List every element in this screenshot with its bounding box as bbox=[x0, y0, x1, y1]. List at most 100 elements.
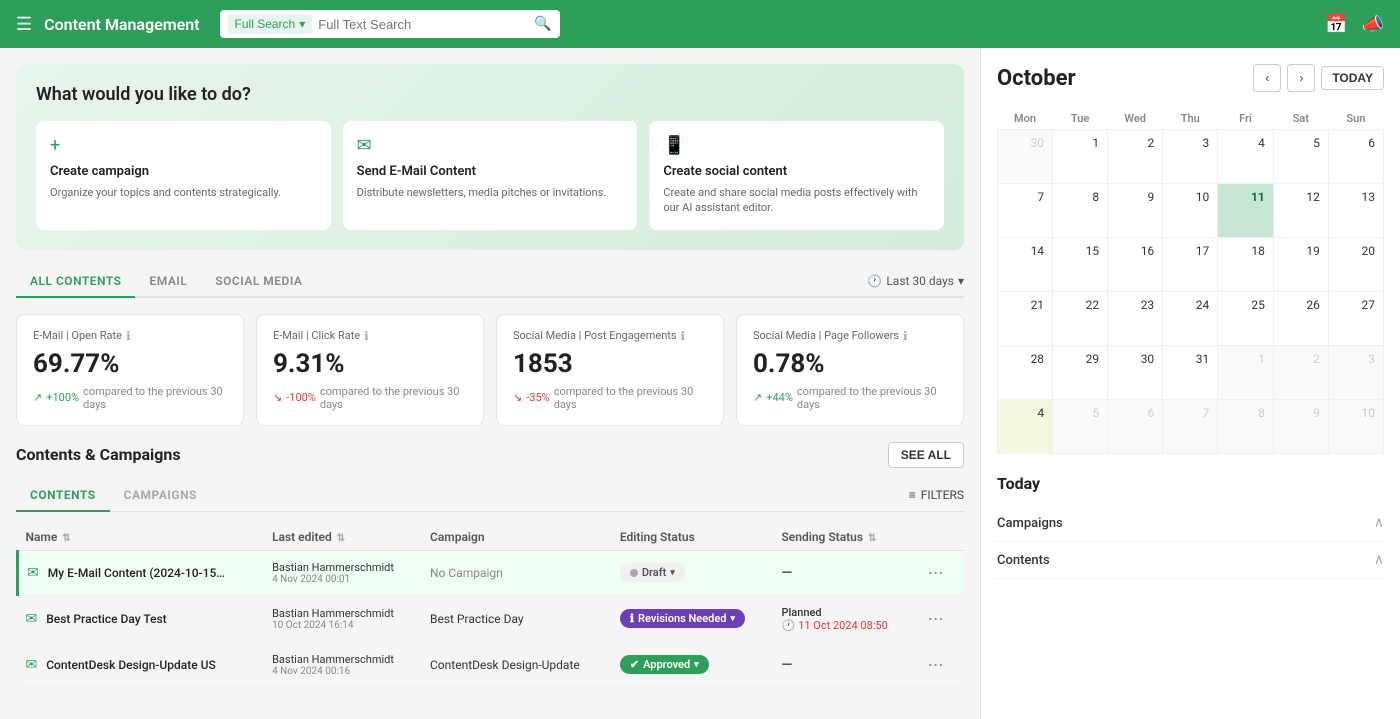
row-editor-cell: Bastian Hammerschmidt 4 Nov 2024 00:16 bbox=[264, 642, 422, 687]
calendar-day[interactable]: 6 bbox=[1328, 130, 1383, 184]
create-campaign-desc: Organize your topics and contents strate… bbox=[50, 185, 317, 200]
cal-day-thu: Thu bbox=[1163, 108, 1218, 130]
more-menu-button[interactable]: ⋯ bbox=[922, 561, 950, 584]
row-editor-cell: Bastian Hammerschmidt 10 Oct 2024 16:14 bbox=[264, 595, 422, 642]
calendar-day[interactable]: 26 bbox=[1273, 292, 1328, 346]
calendar-day[interactable]: 29 bbox=[1053, 346, 1108, 400]
calendar-day[interactable]: 16 bbox=[1108, 238, 1163, 292]
row-editor: Bastian Hammerschmidt bbox=[272, 561, 414, 574]
calendar-day[interactable]: 1 bbox=[1053, 130, 1108, 184]
send-email-card[interactable]: ✉ Send E-Mail Content Distribute newslet… bbox=[343, 121, 638, 230]
calendar-day[interactable]: 10 bbox=[1328, 400, 1383, 454]
sort-edited[interactable]: ⇅ bbox=[337, 533, 345, 544]
calendar-day[interactable]: 11 bbox=[1218, 184, 1274, 238]
search-input[interactable] bbox=[318, 17, 528, 32]
calendar-next-button[interactable]: › bbox=[1287, 64, 1315, 92]
info-icon-click-rate[interactable]: ℹ bbox=[364, 329, 369, 343]
calendar-day[interactable]: 10 bbox=[1163, 184, 1218, 238]
calendar-day[interactable]: 28 bbox=[998, 346, 1053, 400]
social-icon: 📱 bbox=[663, 135, 930, 156]
col-editing-status: Editing Status bbox=[612, 524, 774, 551]
calendar-day[interactable]: 2 bbox=[1273, 346, 1328, 400]
calendar-icon[interactable]: 📅 bbox=[1325, 14, 1347, 35]
calendar-day[interactable]: 9 bbox=[1108, 184, 1163, 238]
create-campaign-card[interactable]: + Create campaign Organize your topics a… bbox=[36, 121, 331, 230]
calendar-prev-button[interactable]: ‹ bbox=[1253, 64, 1281, 92]
calendar-day[interactable]: 23 bbox=[1108, 292, 1163, 346]
sort-sending[interactable]: ⇅ bbox=[868, 533, 876, 544]
calendar-day[interactable]: 30 bbox=[998, 130, 1053, 184]
chevron-up-icon-2[interactable]: ∧ bbox=[1374, 552, 1384, 568]
info-icon-open-rate[interactable]: ℹ bbox=[126, 329, 131, 343]
calendar-day[interactable]: 31 bbox=[1163, 346, 1218, 400]
calendar-day[interactable]: 1 bbox=[1218, 346, 1274, 400]
cal-day-mon: Mon bbox=[998, 108, 1053, 130]
calendar-day[interactable]: 5 bbox=[1053, 400, 1108, 454]
stat-click-rate-value: 9.31% bbox=[273, 349, 467, 379]
create-social-card[interactable]: 📱 Create social content Create and share… bbox=[649, 121, 944, 230]
see-all-button[interactable]: SEE ALL bbox=[888, 442, 964, 468]
calendar-day[interactable]: 6 bbox=[1108, 400, 1163, 454]
stat-open-rate-label: E-Mail | Open Rate ℹ bbox=[33, 329, 227, 343]
tab-email[interactable]: EMAIL bbox=[135, 266, 201, 298]
calendar-day[interactable]: 24 bbox=[1163, 292, 1218, 346]
status-badge-draft[interactable]: Draft ▾ bbox=[620, 563, 685, 582]
calendar-today-button[interactable]: TODAY bbox=[1321, 66, 1384, 90]
stat-engagements-value: 1853 bbox=[513, 349, 707, 379]
calendar-day[interactable]: 20 bbox=[1328, 238, 1383, 292]
info-icon-engagements[interactable]: ℹ bbox=[681, 329, 686, 343]
today-campaigns-label: Campaigns bbox=[997, 516, 1063, 531]
calendar-day[interactable]: 3 bbox=[1328, 346, 1383, 400]
filters-button[interactable]: ≡ FILTERS bbox=[909, 488, 964, 502]
tab-all-contents[interactable]: ALL CONTENTS bbox=[16, 266, 135, 298]
calendar-day[interactable]: 15 bbox=[1053, 238, 1108, 292]
hamburger-icon[interactable]: ☰ bbox=[16, 14, 32, 35]
right-panel: October ‹ › TODAY Mon Tue Wed Thu Fri Sa… bbox=[980, 48, 1400, 719]
row-campaign: ContentDesk Design-Update bbox=[422, 642, 612, 687]
status-badge-revisions[interactable]: ℹ Revisions Needed ▾ bbox=[620, 609, 745, 628]
calendar-day[interactable]: 3 bbox=[1163, 130, 1218, 184]
chevron-up-icon[interactable]: ∧ bbox=[1374, 515, 1384, 531]
calendar-day[interactable]: 5 bbox=[1273, 130, 1328, 184]
row-name-cell: ✉ My E-Mail Content (2024-10-15… bbox=[18, 550, 265, 595]
calendar-day[interactable]: 4 bbox=[1218, 130, 1274, 184]
calendar-day[interactable]: 7 bbox=[998, 184, 1053, 238]
calendar-day[interactable]: 18 bbox=[1218, 238, 1274, 292]
calendar-day[interactable]: 2 bbox=[1108, 130, 1163, 184]
sub-tab-campaigns[interactable]: CAMPAIGNS bbox=[110, 480, 211, 512]
action-cards: + Create campaign Organize your topics a… bbox=[36, 121, 944, 230]
calendar-day[interactable]: 9 bbox=[1273, 400, 1328, 454]
chevron-down-icon: ▾ bbox=[299, 17, 305, 31]
calendar-day[interactable]: 8 bbox=[1053, 184, 1108, 238]
row-more: ⋯ bbox=[914, 642, 964, 687]
calendar-day[interactable]: 7 bbox=[1163, 400, 1218, 454]
calendar-day[interactable]: 12 bbox=[1273, 184, 1328, 238]
cal-day-tue: Tue bbox=[1053, 108, 1108, 130]
calendar-day[interactable]: 27 bbox=[1328, 292, 1383, 346]
status-badge-approved[interactable]: ✔ Approved ▾ bbox=[620, 655, 709, 674]
calendar-day[interactable]: 21 bbox=[998, 292, 1053, 346]
row-name: Best Practice Day Test bbox=[46, 612, 166, 626]
col-campaign: Campaign bbox=[422, 524, 612, 551]
calendar-day[interactable]: 8 bbox=[1218, 400, 1274, 454]
tab-social-media[interactable]: SOCIAL MEDIA bbox=[201, 266, 316, 298]
calendar-day[interactable]: 14 bbox=[998, 238, 1053, 292]
search-dropdown-button[interactable]: Full Search ▾ bbox=[228, 14, 313, 34]
calendar-day[interactable]: 13 bbox=[1328, 184, 1383, 238]
check-icon: ✔ bbox=[630, 658, 639, 671]
stat-page-followers: Social Media | Page Followers ℹ 0.78% ↗ … bbox=[736, 314, 964, 426]
filter-last30[interactable]: 🕐 Last 30 days ▾ bbox=[867, 274, 964, 288]
more-menu-button[interactable]: ⋯ bbox=[922, 607, 950, 630]
calendar-day[interactable]: 25 bbox=[1218, 292, 1274, 346]
calendar-day[interactable]: 22 bbox=[1053, 292, 1108, 346]
calendar-day[interactable]: 4 bbox=[998, 400, 1053, 454]
more-menu-button[interactable]: ⋯ bbox=[922, 653, 950, 676]
welcome-card: What would you like to do? + Create camp… bbox=[16, 64, 964, 250]
info-icon-followers[interactable]: ℹ bbox=[903, 329, 908, 343]
megaphone-icon[interactable]: 📣 bbox=[1362, 14, 1384, 35]
sort-name[interactable]: ⇅ bbox=[62, 533, 70, 544]
calendar-day[interactable]: 30 bbox=[1108, 346, 1163, 400]
calendar-day[interactable]: 19 bbox=[1273, 238, 1328, 292]
sub-tab-contents[interactable]: CONTENTS bbox=[16, 480, 110, 512]
calendar-day[interactable]: 17 bbox=[1163, 238, 1218, 292]
